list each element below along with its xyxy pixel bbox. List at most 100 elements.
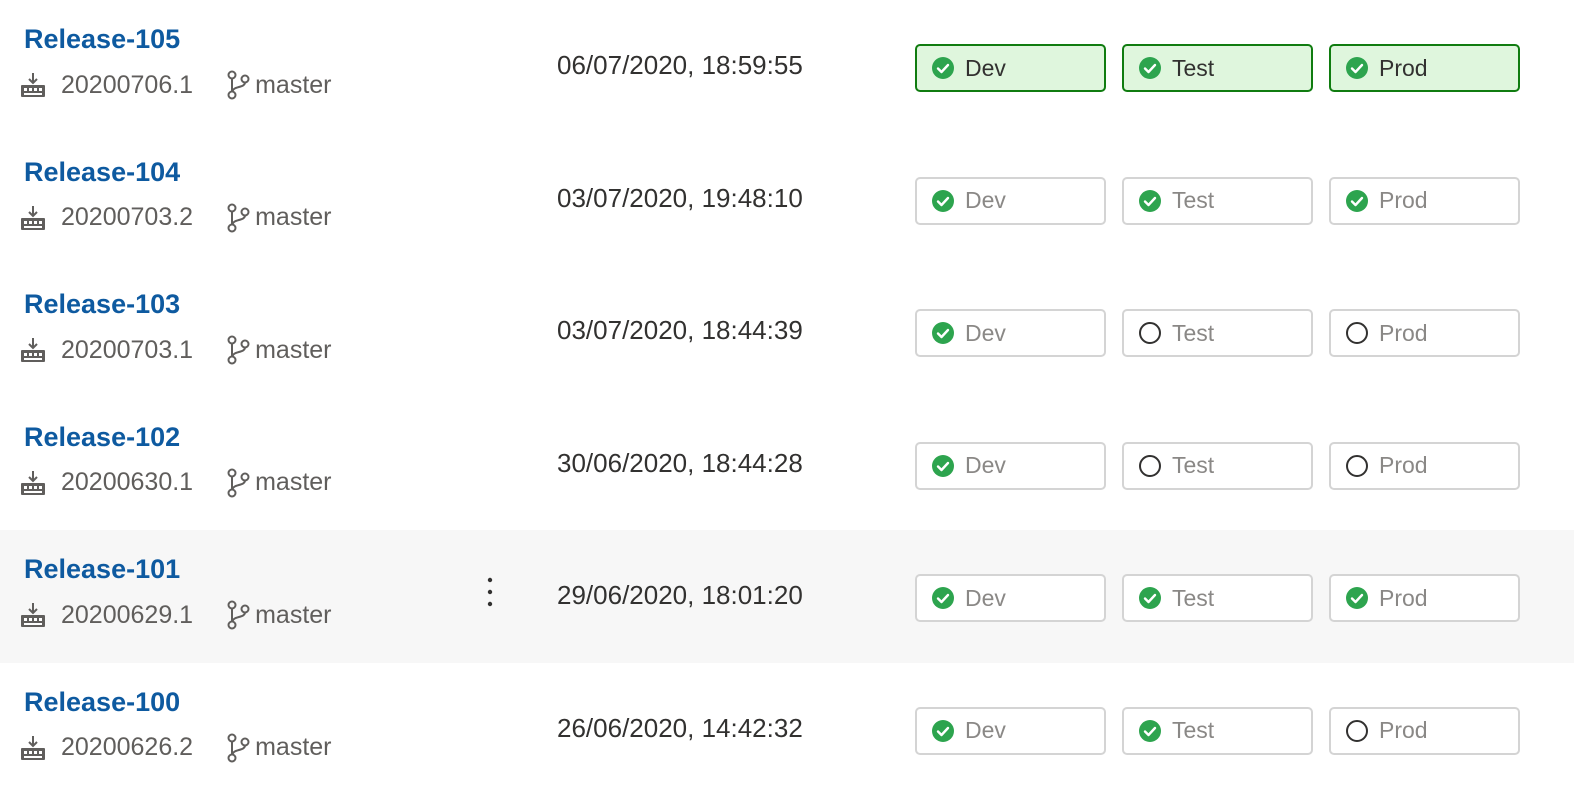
release-date: 26/06/2020, 14:42:32 <box>557 713 803 744</box>
build-number: 20200626.2 <box>61 733 193 762</box>
branch-icon <box>225 600 251 630</box>
release-meta: 20200626.2 master <box>20 733 332 763</box>
stage-test[interactable]: Test <box>1122 44 1313 92</box>
release-meta: 20200706.1 master <box>20 70 332 100</box>
release-name-link[interactable]: Release-102 <box>24 422 180 453</box>
release-date: 30/06/2020, 18:44:28 <box>557 448 803 479</box>
release-row[interactable]: Release-101 <box>0 530 1574 663</box>
not-deployed-circle-icon <box>1138 321 1162 345</box>
release-row[interactable]: Release-102 <box>0 398 1574 531</box>
not-deployed-circle-icon <box>1345 321 1369 345</box>
success-check-icon <box>1138 189 1162 213</box>
release-meta: 20200630.1 master <box>20 468 332 498</box>
build-icon <box>20 205 46 231</box>
stage-label: Dev <box>965 55 1006 82</box>
not-deployed-circle-icon <box>1345 719 1369 743</box>
stage-test[interactable]: Test <box>1122 309 1313 357</box>
branch-name: master <box>255 336 331 365</box>
stage-label: Dev <box>965 585 1006 612</box>
stage-dev[interactable]: Dev <box>915 707 1106 755</box>
build-number: 20200706.1 <box>61 71 193 100</box>
branch-icon <box>225 70 251 100</box>
more-vertical-icon <box>478 572 502 612</box>
build-number: 20200703.2 <box>61 203 193 232</box>
release-meta: 20200703.1 master <box>20 335 332 365</box>
release-date: 06/07/2020, 18:59:55 <box>557 50 803 81</box>
release-row[interactable]: Release-103 <box>0 265 1574 398</box>
release-name-link[interactable]: Release-104 <box>24 157 180 188</box>
stage-label: Prod <box>1379 320 1428 347</box>
stage-label: Dev <box>965 187 1006 214</box>
branch-icon <box>225 203 251 233</box>
stage-label: Prod <box>1379 55 1428 82</box>
release-row[interactable]: Release-100 <box>0 663 1574 795</box>
build-icon <box>20 72 46 98</box>
success-check-icon <box>1345 56 1369 80</box>
success-check-icon <box>931 56 955 80</box>
success-check-icon <box>1138 56 1162 80</box>
release-name-link[interactable]: Release-101 <box>24 554 180 585</box>
stage-label: Test <box>1172 452 1214 479</box>
branch-name: master <box>255 601 331 630</box>
branch-name: master <box>255 203 331 232</box>
build-number: 20200629.1 <box>61 601 193 630</box>
release-name-link[interactable]: Release-100 <box>24 687 180 718</box>
stage-label: Prod <box>1379 187 1428 214</box>
stage-label: Dev <box>965 320 1006 347</box>
build-number: 20200703.1 <box>61 336 193 365</box>
stage-label: Dev <box>965 452 1006 479</box>
success-check-icon <box>931 586 955 610</box>
not-deployed-circle-icon <box>1138 454 1162 478</box>
stage-dev[interactable]: Dev <box>915 44 1106 92</box>
branch-name: master <box>255 733 331 762</box>
stage-label: Prod <box>1379 717 1428 744</box>
stage-prod[interactable]: Prod <box>1329 44 1520 92</box>
stage-label: Test <box>1172 717 1214 744</box>
success-check-icon <box>1138 719 1162 743</box>
stage-label: Test <box>1172 320 1214 347</box>
success-check-icon <box>931 321 955 345</box>
stage-prod[interactable]: Prod <box>1329 177 1520 225</box>
build-icon <box>20 602 46 628</box>
branch-name: master <box>255 71 331 100</box>
release-date: 29/06/2020, 18:01:20 <box>557 580 803 611</box>
success-check-icon <box>931 189 955 213</box>
stage-label: Prod <box>1379 452 1428 479</box>
stage-dev[interactable]: Dev <box>915 574 1106 622</box>
success-check-icon <box>1138 586 1162 610</box>
more-actions-button[interactable] <box>478 572 502 612</box>
not-deployed-circle-icon <box>1345 454 1369 478</box>
release-row[interactable]: Release-104 <box>0 133 1574 266</box>
stage-label: Test <box>1172 55 1214 82</box>
branch-icon <box>225 335 251 365</box>
stage-prod[interactable]: Prod <box>1329 309 1520 357</box>
release-meta: 20200703.2 master <box>20 203 332 233</box>
release-meta: 20200629.1 master <box>20 600 332 630</box>
success-check-icon <box>931 454 955 478</box>
success-check-icon <box>1345 189 1369 213</box>
build-icon <box>20 470 46 496</box>
stage-prod[interactable]: Prod <box>1329 574 1520 622</box>
stage-label: Test <box>1172 187 1214 214</box>
stage-label: Dev <box>965 717 1006 744</box>
stage-test[interactable]: Test <box>1122 177 1313 225</box>
release-date: 03/07/2020, 19:48:10 <box>557 183 803 214</box>
stage-prod[interactable]: Prod <box>1329 707 1520 755</box>
build-number: 20200630.1 <box>61 468 193 497</box>
release-name-link[interactable]: Release-105 <box>24 24 180 55</box>
stage-test[interactable]: Test <box>1122 707 1313 755</box>
stage-dev[interactable]: Dev <box>915 442 1106 490</box>
success-check-icon <box>931 719 955 743</box>
stage-dev[interactable]: Dev <box>915 309 1106 357</box>
stage-test[interactable]: Test <box>1122 574 1313 622</box>
build-icon <box>20 735 46 761</box>
release-name-link[interactable]: Release-103 <box>24 289 180 320</box>
stage-prod[interactable]: Prod <box>1329 442 1520 490</box>
stage-dev[interactable]: Dev <box>915 177 1106 225</box>
release-row[interactable]: Release-105 <box>0 0 1574 133</box>
stage-test[interactable]: Test <box>1122 442 1313 490</box>
build-icon <box>20 337 46 363</box>
release-list: Release-105 <box>0 0 1574 795</box>
success-check-icon <box>1345 586 1369 610</box>
stage-label: Prod <box>1379 585 1428 612</box>
